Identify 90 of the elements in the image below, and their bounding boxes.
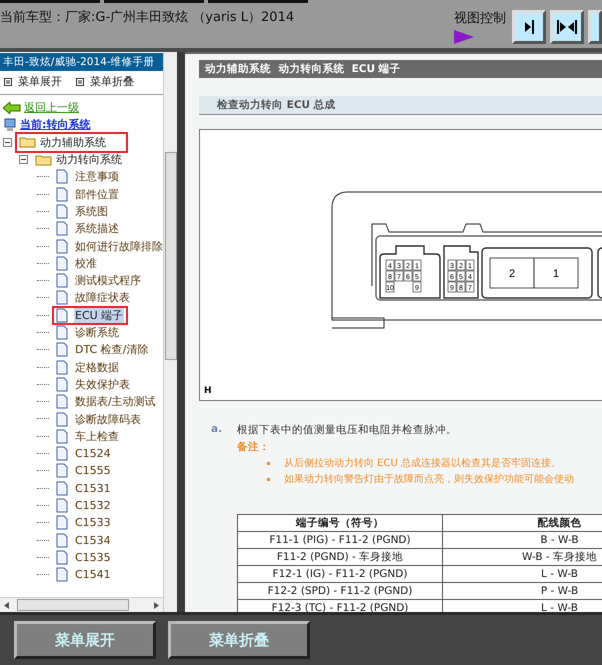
page-icon bbox=[56, 567, 68, 582]
expand-all-link[interactable]: 菜单展开 bbox=[18, 74, 62, 89]
triangle-icon bbox=[454, 30, 474, 44]
note-text: 从后侧拉动动力转向 ECU 总成连接器以检查其是否牢固连接。 bbox=[284, 456, 561, 470]
page-icon bbox=[56, 290, 68, 306]
tree-item[interactable]: C1541 bbox=[74, 568, 112, 582]
left-arrow-icon[interactable] bbox=[4, 602, 9, 608]
table-cell: F12-2 (SPD) - F11-2 (PGND) bbox=[238, 582, 442, 600]
tree-item[interactable]: 定格数据 bbox=[74, 360, 120, 375]
tree-item[interactable]: 数据表/主动测试 bbox=[74, 394, 157, 410]
tree-item[interactable]: 车上检查 bbox=[74, 428, 120, 444]
tree-item[interactable]: 系统图 bbox=[74, 204, 109, 219]
horizontal-scrollbar[interactable] bbox=[0, 597, 164, 612]
breadcrumb-bar: 动力辅助系统 动力转向系统 ECU 端子 bbox=[199, 60, 602, 78]
tree-folder[interactable]: 动力辅助系统 bbox=[15, 132, 128, 153]
note-title: 备注： bbox=[237, 440, 271, 454]
manual-title: 丰田-致炫/威驰-2014-维修手册 bbox=[0, 53, 164, 71]
page-icon bbox=[56, 428, 68, 444]
tree-item[interactable]: 系统描述 bbox=[74, 221, 120, 236]
vertical-scrollbar[interactable] bbox=[163, 52, 177, 612]
section-title: 检查动力转向 ECU 总成 bbox=[199, 96, 602, 115]
vehicle-title: 当前车型：厂家:G-广州丰田致炫 （yaris L）2014 bbox=[0, 9, 296, 26]
tree-item[interactable]: C1531 bbox=[74, 482, 112, 495]
tree-item[interactable]: C1524 bbox=[74, 447, 112, 460]
bullet-icon bbox=[267, 478, 270, 480]
bullet-icon bbox=[267, 462, 270, 464]
collapse-left-button[interactable] bbox=[512, 10, 546, 44]
back-link[interactable]: 返回上一级 bbox=[24, 100, 79, 116]
page-icon bbox=[56, 186, 68, 202]
page-icon bbox=[56, 463, 68, 478]
figure-label: H bbox=[204, 386, 212, 396]
page-icon bbox=[56, 412, 68, 426]
list-icon bbox=[4, 78, 12, 86]
page-icon bbox=[56, 376, 68, 392]
tree-item[interactable]: C1535 bbox=[74, 550, 112, 564]
note-text: 如果动力转向警告灯由于故障而点亮，则失效保护功能可能会使动 bbox=[284, 472, 574, 486]
view-button[interactable] bbox=[588, 10, 602, 44]
tree-item[interactable]: C1555 bbox=[74, 464, 112, 478]
list-icon bbox=[76, 78, 84, 86]
page-icon bbox=[56, 169, 68, 184]
table-cell: W-B - 车身接地 bbox=[442, 548, 602, 566]
view-control-label: 视图控制 bbox=[454, 10, 506, 27]
page-icon bbox=[56, 342, 68, 358]
minus-box-icon[interactable] bbox=[19, 155, 28, 164]
tree-item[interactable]: 失效保护表 bbox=[74, 376, 131, 392]
page-icon bbox=[56, 325, 68, 340]
page-icon bbox=[56, 446, 68, 462]
table-cell: F12-1 (IG) - F11-2 (PGND) bbox=[238, 566, 442, 582]
page-icon bbox=[56, 308, 68, 323]
collapse-all-link[interactable]: 菜单折叠 bbox=[90, 74, 134, 89]
split-view-button[interactable] bbox=[550, 10, 584, 44]
page-icon bbox=[56, 394, 68, 410]
step-marker: a. bbox=[211, 423, 224, 437]
table-header: 配线颜色 bbox=[442, 514, 602, 532]
back-arrow-icon bbox=[3, 102, 21, 114]
page-icon bbox=[56, 498, 68, 513]
page-icon bbox=[56, 204, 68, 219]
tree-item[interactable]: 诊断系统 bbox=[74, 325, 120, 340]
computer-icon bbox=[3, 118, 17, 132]
page-icon bbox=[56, 515, 68, 530]
tree-item[interactable]: 如何进行故障排除 bbox=[74, 238, 164, 254]
page-icon bbox=[56, 480, 68, 496]
tree-item[interactable]: 部件位置 bbox=[74, 186, 120, 202]
minus-box-icon[interactable] bbox=[3, 138, 12, 147]
tree-item[interactable]: 测试模式程序 bbox=[74, 273, 142, 288]
page-icon bbox=[56, 273, 68, 288]
page-icon bbox=[56, 360, 68, 375]
table-cell: F11-2 (PGND) - 车身接地 bbox=[238, 548, 442, 566]
current-location-link[interactable]: 当前:转向系统 bbox=[20, 117, 90, 132]
tree-item[interactable]: C1532 bbox=[74, 498, 112, 512]
step-text: 根据下表中的值测量电压和电阻并检查脉冲。 bbox=[237, 423, 458, 437]
table-header: 端子编号（符号） bbox=[238, 514, 442, 532]
right-arrow-icon[interactable] bbox=[154, 602, 160, 608]
page-icon bbox=[56, 532, 68, 548]
tree-item[interactable]: C1534 bbox=[74, 534, 112, 547]
page-icon bbox=[56, 550, 68, 565]
arrows-inward-icon bbox=[556, 19, 578, 35]
tree-item[interactable]: 故障症状表 bbox=[74, 290, 131, 306]
tree-item[interactable]: ECU 端子 bbox=[74, 308, 124, 323]
tree-item[interactable]: 校准 bbox=[74, 256, 98, 271]
tree-item[interactable]: 注意事项 bbox=[74, 169, 120, 184]
tree-item[interactable]: 诊断故障码表 bbox=[74, 412, 142, 426]
table-cell: F11-1 (PIG) - F11-2 (PGND) bbox=[238, 532, 442, 548]
page-icon bbox=[56, 238, 68, 254]
folder-icon bbox=[35, 154, 53, 166]
page-icon bbox=[56, 256, 68, 271]
tree-item[interactable]: C1533 bbox=[74, 516, 112, 530]
tree-item[interactable]: DTC 检查/清除 bbox=[74, 342, 150, 358]
folder-icon bbox=[19, 136, 37, 148]
page-icon bbox=[56, 221, 68, 236]
